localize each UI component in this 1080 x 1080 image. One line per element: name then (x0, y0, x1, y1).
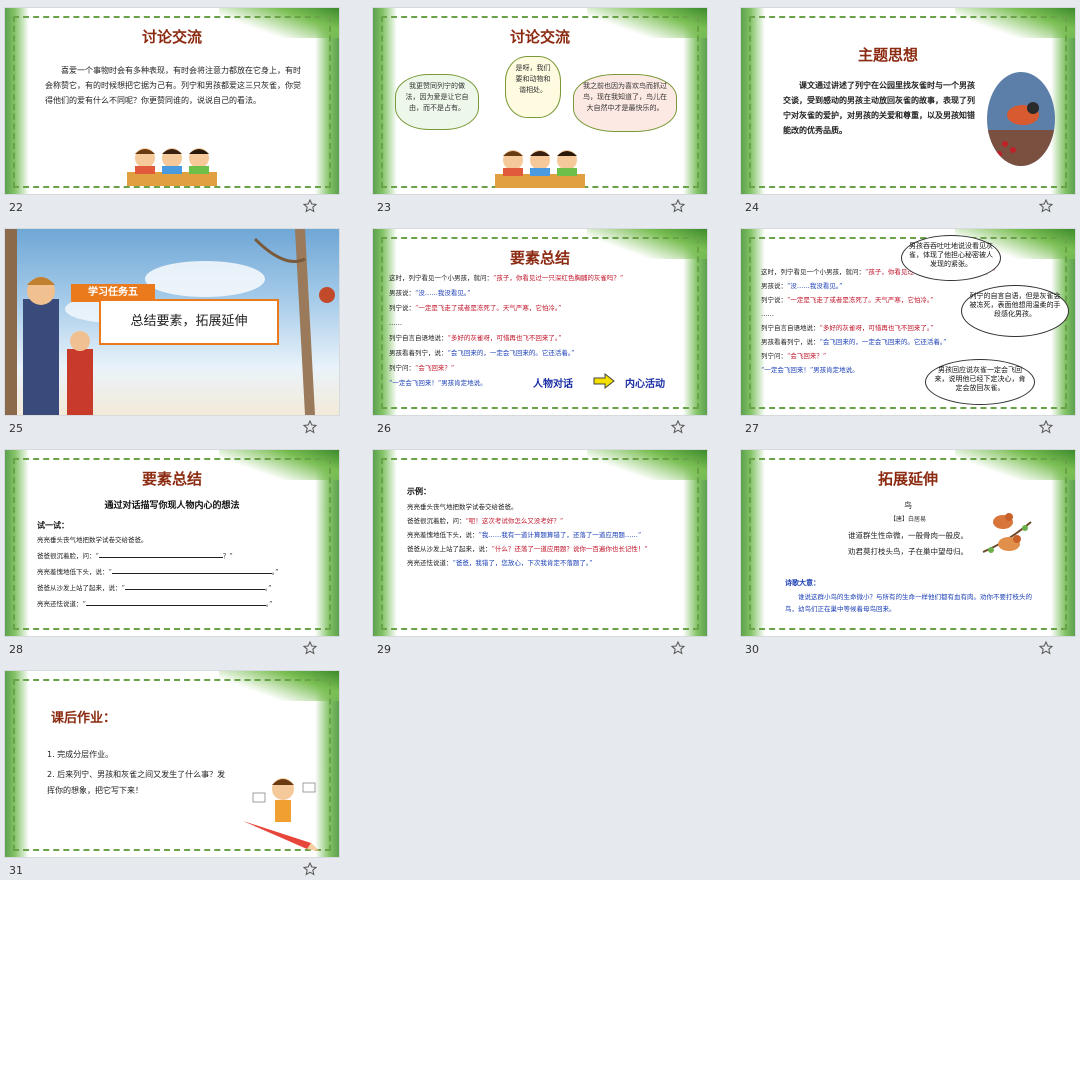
slide-thumbnail-28[interactable]: 要素总结 通过对话描写你现人物内心的想法 试一试： 亮亮垂头丧气地把数学试卷交给… (5, 450, 339, 670)
slide-canvas[interactable]: 讨论交流 我更赞同列宁的做法，因为爱是让它自由，而不是占有。 是呀，我们要和动物… (373, 8, 707, 194)
speech-bubble: 是呀，我们要和动物和谐相处。 (505, 56, 561, 118)
slide-number: 26 (377, 422, 391, 435)
thought-cloud: 男孩回应说灰雀一定会飞回来，说明他已经下定决心，肯定会放回灰雀。 (925, 359, 1035, 405)
star-icon[interactable] (671, 420, 685, 434)
dialogue-line: 列宁说：“一定是飞走了或者是冻死了。天气严寒，它怕冷。” (389, 304, 562, 312)
boy-on-pencil-illustration (243, 778, 319, 851)
homework-item: 1. 完成分层作业。 (47, 750, 114, 759)
thought-cloud: 列宁的自言自语，但是灰雀会被冻死，表面他想用温柔的手段感化男孩。 (961, 285, 1069, 337)
example-line: 亮亮还怯说道：“爸爸，我错了，您放心，下次我肯定不落题了。” (407, 559, 593, 567)
example-label: 示例： (407, 487, 431, 496)
star-icon[interactable] (1039, 420, 1053, 434)
star-icon[interactable] (303, 641, 317, 655)
slide-title: 拓展延伸 (877, 470, 938, 488)
slide-title: 要素总结 (509, 249, 570, 267)
exercise-line: 爸爸从沙发上站了起来，说：“。” (37, 584, 272, 592)
poem-meaning: 谁说这群小鸟的生命微小？与所有的生命一样他们都有血有肉。劝你不要打枝头的鸟，幼鸟… (785, 593, 1032, 613)
example-line: 亮亮垂头丧气地把数学试卷交给爸爸。 (407, 503, 518, 511)
slide-title: 讨论交流 (141, 28, 202, 46)
slide-thumbnail-23[interactable]: 讨论交流 我更赞同列宁的做法，因为爱是让它自由，而不是占有。 是呀，我们要和动物… (373, 8, 707, 228)
children-illustration (495, 150, 585, 188)
slide-body: 课文通过讲述了列宁在公园里找灰雀时与一个男孩交谈，受到感动的男孩主动放回灰雀的故… (783, 80, 975, 135)
example-list: 亮亮垂头丧气地把数学试卷交给爸爸。 爸爸很沉着脸，问：“呃！这次考试你怎么又没考… (407, 500, 675, 570)
slide-number: 28 (9, 643, 23, 656)
star-icon[interactable] (671, 641, 685, 655)
slide-title: 课后作业： (51, 711, 117, 726)
speech-bubble: 我之前也因为喜欢鸟而抓过鸟，现在我知道了，鸟儿在大自然中才是最快乐的。 (573, 74, 677, 132)
bullfinch-photo (987, 72, 1055, 166)
slide-thumbnail-29[interactable]: 示例： 亮亮垂头丧气地把数学试卷交给爸爸。 爸爸很沉着脸，问：“呃！这次考试你怎… (373, 450, 707, 670)
slide-thumbnail-26[interactable]: 要素总结 这时，列宁看见一个小男孩，就问：“孩子，你看见过一只深红色胸脯的灰雀吗… (373, 229, 707, 449)
flow-left-label: 人物对话 (533, 379, 573, 390)
slide-thumbnail-22[interactable]: 讨论交流 喜爱一个事物时会有多种表现，有时会将注意力都放在它身上，有时会称赞它，… (5, 8, 339, 228)
slide-subtitle: 通过对话描写你现人物内心的想法 (104, 501, 240, 511)
dialogue-line: 列宁问：“会飞回来？” (389, 364, 455, 372)
exercise-line: 爸爸很沉着脸，问：“？” (37, 552, 233, 560)
dialogue-line: 男孩看着列宁，说：“会飞回来的，一定会飞回来的。它还活着。” (389, 349, 575, 357)
birds-on-branch-illustration (982, 513, 1032, 553)
star-icon[interactable] (1039, 641, 1053, 655)
slide-number: 30 (745, 643, 759, 656)
thought-cloud: 男孩吞吞吐吐地说没看见灰雀，体现了他担心秘密被人发现的紧张。 (901, 235, 1001, 281)
slide-thumbnail-30[interactable]: 拓展延伸 鸟 【唐】白居易 谁道群生性命微，一般骨肉一般皮。 劝君莫打枝头鸟，子… (741, 450, 1075, 670)
slide-canvas[interactable]: 主题思想 课文通过讲述了列宁在公园里找灰雀时与一个男孩交谈，受到感动的男孩主动放… (741, 8, 1075, 194)
dialogue-line: 男孩说：“没……我没看见。” (389, 289, 471, 297)
slide-canvas[interactable]: 学习任务五 总结要素，拓展延伸 (5, 229, 339, 415)
slide-title: 主题思想 (857, 46, 918, 64)
slide-thumbnail-25[interactable]: 学习任务五 总结要素，拓展延伸 25 (5, 229, 339, 449)
slide-canvas[interactable]: 这时，列宁看见一个小男孩，就问：“孩子，你看见过一只深红色胸脯的灰雀吗？” 男孩… (741, 229, 1075, 415)
dialogue-list: 这时，列宁看见一个小男孩，就问：“孩子，你看见过一只深红色胸脯的灰雀吗？” 男孩… (389, 271, 689, 391)
slide-number: 22 (9, 201, 23, 214)
slide-thumbnail-27[interactable]: 这时，列宁看见一个小男孩，就问：“孩子，你看见过一只深红色胸脯的灰雀吗？” 男孩… (741, 229, 1075, 449)
slide-canvas[interactable]: 示例： 亮亮垂头丧气地把数学试卷交给爸爸。 爸爸很沉着脸，问：“呃！这次考试你怎… (373, 450, 707, 636)
slide-number: 27 (745, 422, 759, 435)
dialogue-line: 列宁自言自语地说：“多好的灰雀呀，可惜再也飞不回来了。” (389, 334, 562, 342)
exercise-line: 亮亮还怯说道：“。” (37, 600, 273, 608)
slide-title: 要素总结 (141, 470, 202, 488)
slide-canvas[interactable]: 拓展延伸 鸟 【唐】白居易 谁道群生性命微，一般骨肉一般皮。 劝君莫打枝头鸟，子… (741, 450, 1075, 636)
slide-title: 讨论交流 (509, 28, 570, 46)
meaning-label: 诗歌大意： (785, 579, 820, 587)
slide-canvas[interactable]: 讨论交流 喜爱一个事物时会有多种表现，有时会将注意力都放在它身上，有时会称赞它，… (5, 8, 339, 194)
star-icon[interactable] (671, 199, 685, 213)
exercise-line: 亮亮垂头丧气地把数学试卷交给爸爸。 (37, 536, 148, 544)
exercise-list: 亮亮垂头丧气地把数学试卷交给爸爸。 爸爸很沉着脸，问：“？” 亮亮羞愧地低下头，… (37, 532, 317, 612)
dialogue-line: 列宁问：“会飞回来？” (761, 352, 827, 360)
example-line: 爸爸很沉着脸，问：“呃！这次考试你怎么又没考好？” (407, 517, 564, 525)
empty-area (0, 880, 1080, 1080)
slide-number: 25 (9, 422, 23, 435)
star-icon[interactable] (303, 199, 317, 213)
slide-number: 23 (377, 201, 391, 214)
task-heading: 总结要素，拓展延伸 (99, 299, 279, 345)
slide-body: 喜爱一个事物时会有多种表现，有时会将注意力都放在它身上，有时会称赞它，有的时候想… (45, 66, 301, 105)
slide-number: 29 (377, 643, 391, 656)
speech-bubble: 我更赞同列宁的做法，因为爱是让它自由，而不是占有。 (395, 74, 479, 130)
exercise-line: 亮亮羞愧地低下头，说：“。” (37, 568, 279, 576)
dialogue-line: …… (389, 319, 402, 327)
slide-canvas[interactable]: 课后作业： 1. 完成分层作业。 2. 后来列宁、男孩和灰雀之间又发生了什么事？… (5, 671, 339, 857)
slide-number: 24 (745, 201, 759, 214)
example-line: 爸爸从沙发上站了起来，说：“什么？还落了一道应用题？说你一百遍你也长记性！” (407, 545, 648, 553)
slide-number: 31 (9, 864, 23, 877)
slide-canvas[interactable]: 要素总结 这时，列宁看见一个小男孩，就问：“孩子，你看见过一只深红色胸脯的灰雀吗… (373, 229, 707, 415)
flow-right-label: 内心活动 (625, 379, 665, 390)
try-label: 试一试： (37, 521, 69, 530)
slide-canvas[interactable]: 要素总结 通过对话描写你现人物内心的想法 试一试： 亮亮垂头丧气地把数学试卷交给… (5, 450, 339, 636)
dialogue-line: 男孩看着列宁，说：“会飞回来的，一定会飞回来的。它还活着。” (761, 338, 947, 346)
star-icon[interactable] (303, 420, 317, 434)
children-illustration (127, 148, 217, 186)
homework-item: 2. 后来列宁、男孩和灰雀之间又发生了什么事？发挥你的想象，把它写下来！ (47, 770, 226, 795)
arrow-right-icon (593, 373, 615, 389)
slide-thumbnail-24[interactable]: 主题思想 课文通过讲述了列宁在公园里找灰雀时与一个男孩交谈，受到感动的男孩主动放… (741, 8, 1075, 228)
star-icon[interactable] (1039, 199, 1053, 213)
star-icon[interactable] (303, 862, 317, 876)
slide-thumbnail-31[interactable]: 课后作业： 1. 完成分层作业。 2. 后来列宁、男孩和灰雀之间又发生了什么事？… (5, 671, 339, 891)
dialogue-line: 这时，列宁看见一个小男孩，就问：“孩子，你看见过一只深红色胸脯的灰雀吗？” (389, 274, 624, 282)
example-line: 亮亮羞愧地低下头，说：“我……我有一道计算题算错了，还落了一道应用题……” (407, 531, 642, 539)
